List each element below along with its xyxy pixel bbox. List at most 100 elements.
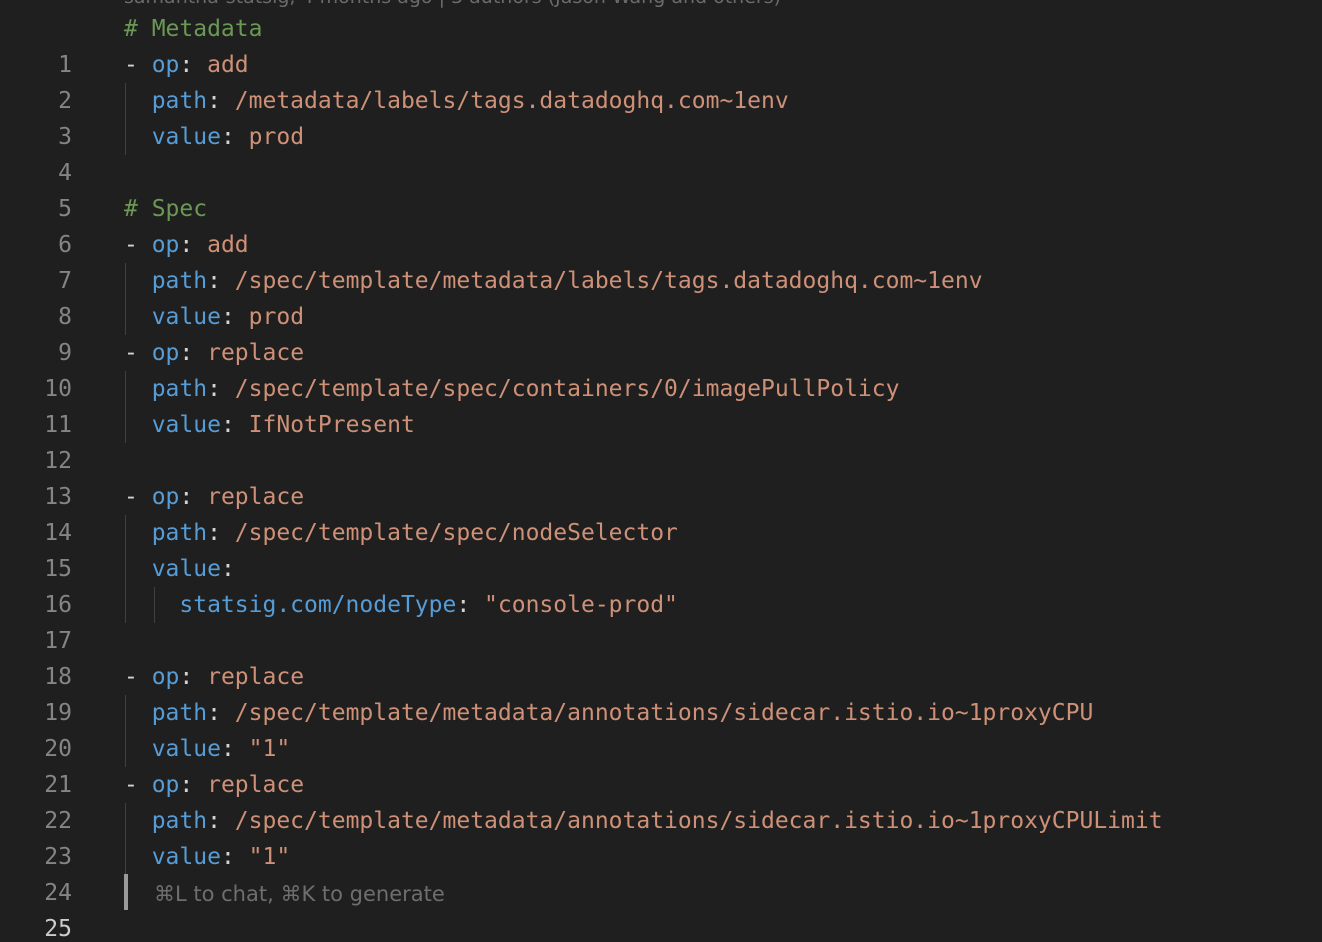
yaml-colon: : xyxy=(220,844,249,870)
yaml-key: path xyxy=(151,88,208,114)
yaml-key: value xyxy=(151,844,221,870)
yaml-key: path xyxy=(151,520,208,546)
code-line[interactable]: 6 # Spec xyxy=(0,191,1322,258)
yaml-colon: : xyxy=(179,52,208,78)
code-line[interactable]: 12 value: IfNotPresent xyxy=(0,407,1322,474)
line-content[interactable]: - op: add xyxy=(124,227,249,263)
yaml-key: op xyxy=(151,340,180,366)
line-content[interactable]: - op: replace xyxy=(124,479,304,515)
code-line[interactable]: 17 statsig.com/nodeType: "console-prod" xyxy=(0,587,1322,654)
code-line[interactable]: 21 value: "1" xyxy=(0,731,1322,798)
code-editor[interactable]: samantha-statsig, 4 months ago | 3 autho… xyxy=(0,0,1322,942)
yaml-colon: : xyxy=(220,304,249,330)
yaml-key: path xyxy=(151,376,208,402)
yaml-key: value xyxy=(151,556,221,582)
yaml-list-dash: - xyxy=(124,664,152,690)
yaml-colon: : xyxy=(179,340,208,366)
code-line[interactable]: 13 xyxy=(0,443,1322,510)
yaml-list-dash: - xyxy=(124,484,152,510)
line-content[interactable]: - op: replace xyxy=(124,335,304,371)
yaml-value: /spec/template/metadata/annotations/side… xyxy=(234,808,1163,834)
line-content[interactable]: # Spec xyxy=(124,191,207,227)
code-line[interactable]: 23 path: /spec/template/metadata/annotat… xyxy=(0,803,1322,870)
code-line[interactable]: 24 value: "1" xyxy=(0,839,1322,906)
yaml-colon: : xyxy=(207,376,235,402)
yaml-colon: : xyxy=(207,88,235,114)
yaml-comment: # Metadata xyxy=(124,16,263,42)
yaml-colon: : xyxy=(207,268,235,294)
yaml-value: "console-prod" xyxy=(484,592,678,618)
code-line[interactable]: 1 # Metadata xyxy=(0,11,1322,78)
yaml-key: op xyxy=(151,772,180,798)
yaml-key: op xyxy=(151,52,180,78)
line-content[interactable]: value: IfNotPresent xyxy=(124,407,415,443)
yaml-list-dash: - xyxy=(124,772,152,798)
code-line[interactable]: 5 xyxy=(0,155,1322,222)
yaml-comment: # Spec xyxy=(124,196,208,222)
code-line[interactable]: 15 path: /spec/template/spec/nodeSelecto… xyxy=(0,515,1322,582)
code-line[interactable]: 20 path: /spec/template/metadata/annotat… xyxy=(0,695,1322,762)
yaml-colon: : xyxy=(220,124,249,150)
line-content[interactable]: statsig.com/nodeType: "console-prod" xyxy=(124,587,678,623)
yaml-key: value xyxy=(151,304,221,330)
line-content[interactable]: - op: replace xyxy=(124,659,304,695)
line-content[interactable]: value: "1" xyxy=(124,839,291,875)
code-line[interactable]: 9 value: prod xyxy=(0,299,1322,366)
line-content[interactable]: path: /spec/template/metadata/annotation… xyxy=(124,695,1094,731)
yaml-value: add xyxy=(207,232,249,258)
editor-lines[interactable]: 1 # Metadata 2 - op: add 3 path: /metada… xyxy=(0,11,1322,942)
code-line[interactable]: 2 - op: add xyxy=(0,47,1322,114)
yaml-value: replace xyxy=(207,664,305,690)
yaml-value: IfNotPresent xyxy=(248,412,415,438)
yaml-list-dash: - xyxy=(124,340,152,366)
code-line[interactable]: 4 value: prod xyxy=(0,119,1322,186)
line-content[interactable]: value: "1" xyxy=(124,731,291,767)
git-blame-annotation: samantha-statsig, 4 months ago | 3 autho… xyxy=(124,0,781,8)
code-line[interactable]: 10 - op: replace xyxy=(0,335,1322,402)
code-line[interactable]: 19 - op: replace xyxy=(0,659,1322,726)
yaml-colon: : xyxy=(179,232,208,258)
line-content[interactable]: value: prod xyxy=(124,299,304,335)
yaml-key: value xyxy=(151,736,221,762)
code-line[interactable]: 7 - op: add xyxy=(0,227,1322,294)
yaml-key: op xyxy=(151,664,180,690)
line-content[interactable]: - op: add xyxy=(124,47,249,83)
yaml-colon: : xyxy=(207,808,235,834)
inline-ai-hint: ⌘L to chat, ⌘K to generate xyxy=(154,882,445,906)
yaml-value: /spec/template/metadata/labels/tags.data… xyxy=(234,268,983,294)
yaml-value: replace xyxy=(207,772,305,798)
yaml-colon: : xyxy=(220,412,249,438)
yaml-colon: : xyxy=(220,736,249,762)
code-line[interactable]: 3 path: /metadata/labels/tags.datadoghq.… xyxy=(0,83,1322,150)
line-content[interactable]: # Metadata xyxy=(124,11,262,47)
yaml-value: "1" xyxy=(248,736,291,762)
code-line[interactable]: 18 xyxy=(0,623,1322,690)
line-content[interactable]: path: /spec/template/metadata/labels/tag… xyxy=(124,263,983,299)
code-line[interactable]: 8 path: /spec/template/metadata/labels/t… xyxy=(0,263,1322,330)
code-line[interactable]: 22 - op: replace xyxy=(0,767,1322,834)
yaml-colon: : xyxy=(220,556,235,582)
line-content[interactable]: path: /spec/template/metadata/annotation… xyxy=(124,803,1163,839)
yaml-value: replace xyxy=(207,340,305,366)
line-content[interactable]: path: /metadata/labels/tags.datadoghq.co… xyxy=(124,83,789,119)
yaml-colon: : xyxy=(179,772,208,798)
code-line[interactable]: 14 - op: replace xyxy=(0,479,1322,546)
yaml-colon: : xyxy=(456,592,485,618)
code-line-active[interactable]: 25 ⌘L to chat, ⌘K to generate xyxy=(0,874,1322,942)
code-line[interactable]: 11 path: /spec/template/spec/containers/… xyxy=(0,371,1322,438)
line-number-active: 25 xyxy=(44,916,72,942)
yaml-value: replace xyxy=(207,484,305,510)
line-content[interactable]: path: /spec/template/spec/nodeSelector xyxy=(124,515,678,551)
yaml-value: /spec/template/metadata/annotations/side… xyxy=(234,700,1094,726)
line-content[interactable]: value: xyxy=(124,551,235,587)
line-content[interactable]: - op: replace xyxy=(124,767,304,803)
code-line[interactable]: 16 value: xyxy=(0,551,1322,618)
yaml-value: /spec/template/spec/containers/0/imagePu… xyxy=(234,376,900,402)
line-content[interactable]: path: /spec/template/spec/containers/0/i… xyxy=(124,371,900,407)
line-content[interactable]: value: prod xyxy=(124,119,304,155)
